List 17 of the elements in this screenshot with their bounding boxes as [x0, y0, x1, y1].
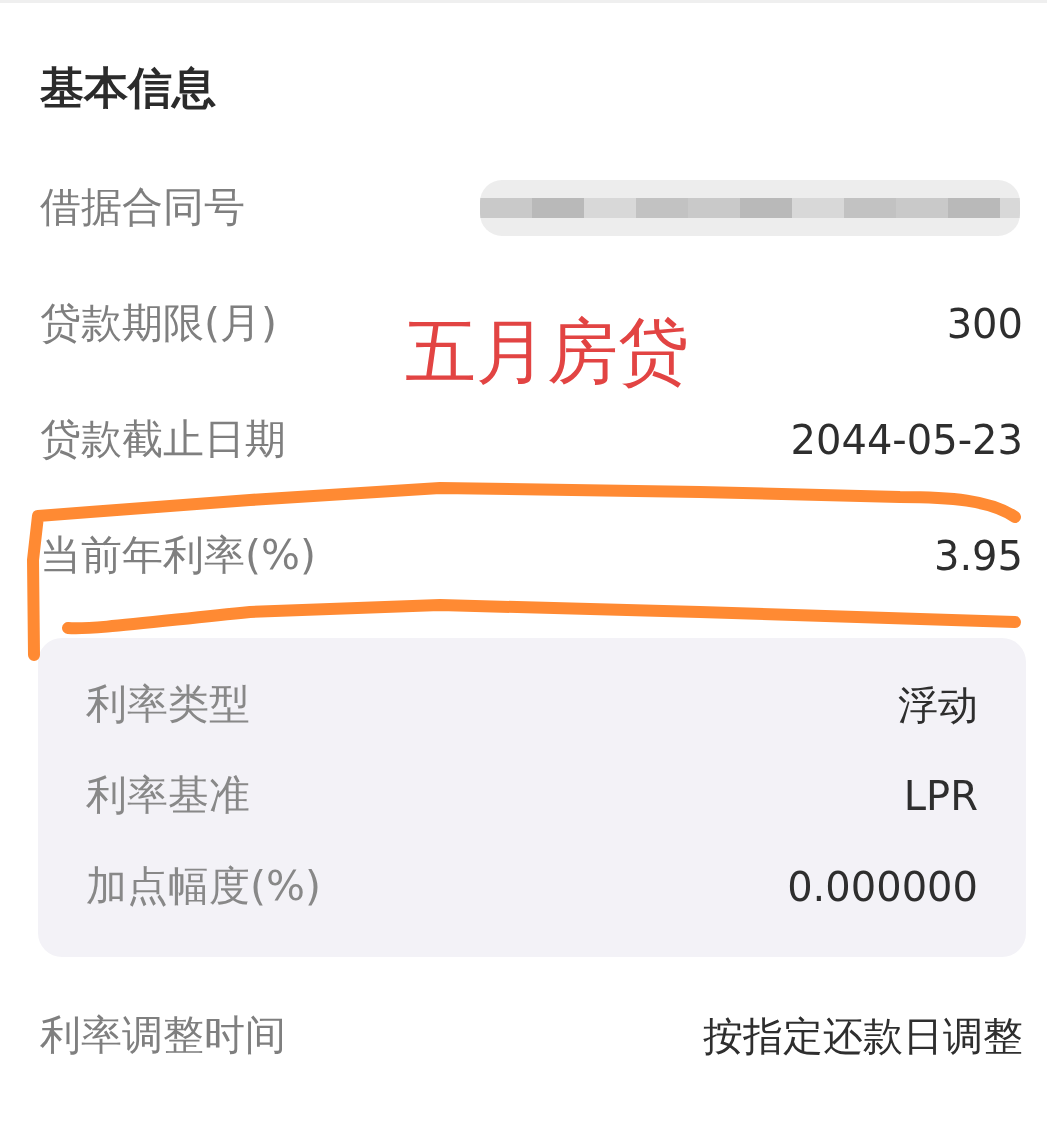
detail-label: 利率基准 — [86, 770, 250, 821]
field-label: 借据合同号 — [40, 183, 245, 233]
field-label: 利率调整时间 — [40, 1011, 286, 1061]
field-value: 2044-05-23 — [790, 416, 1023, 464]
detail-label: 加点幅度(%) — [86, 861, 321, 912]
annotation-text: 五月房贷 — [405, 316, 689, 387]
field-label: 贷款截止日期 — [40, 415, 286, 465]
detail-value: LPR — [903, 771, 978, 820]
detail-value: 0.000000 — [787, 862, 978, 911]
field-value: 300 — [946, 300, 1023, 348]
field-label: 当前年利率(%) — [40, 531, 316, 581]
detail-label: 利率类型 — [86, 679, 250, 730]
field-value: 3.95 — [933, 532, 1023, 580]
detail-value: 浮动 — [898, 680, 978, 729]
section-title: 基本信息 — [40, 61, 216, 115]
field-value: 按指定还款日调整 — [703, 1012, 1023, 1060]
field-label: 贷款期限(月) — [40, 299, 277, 349]
